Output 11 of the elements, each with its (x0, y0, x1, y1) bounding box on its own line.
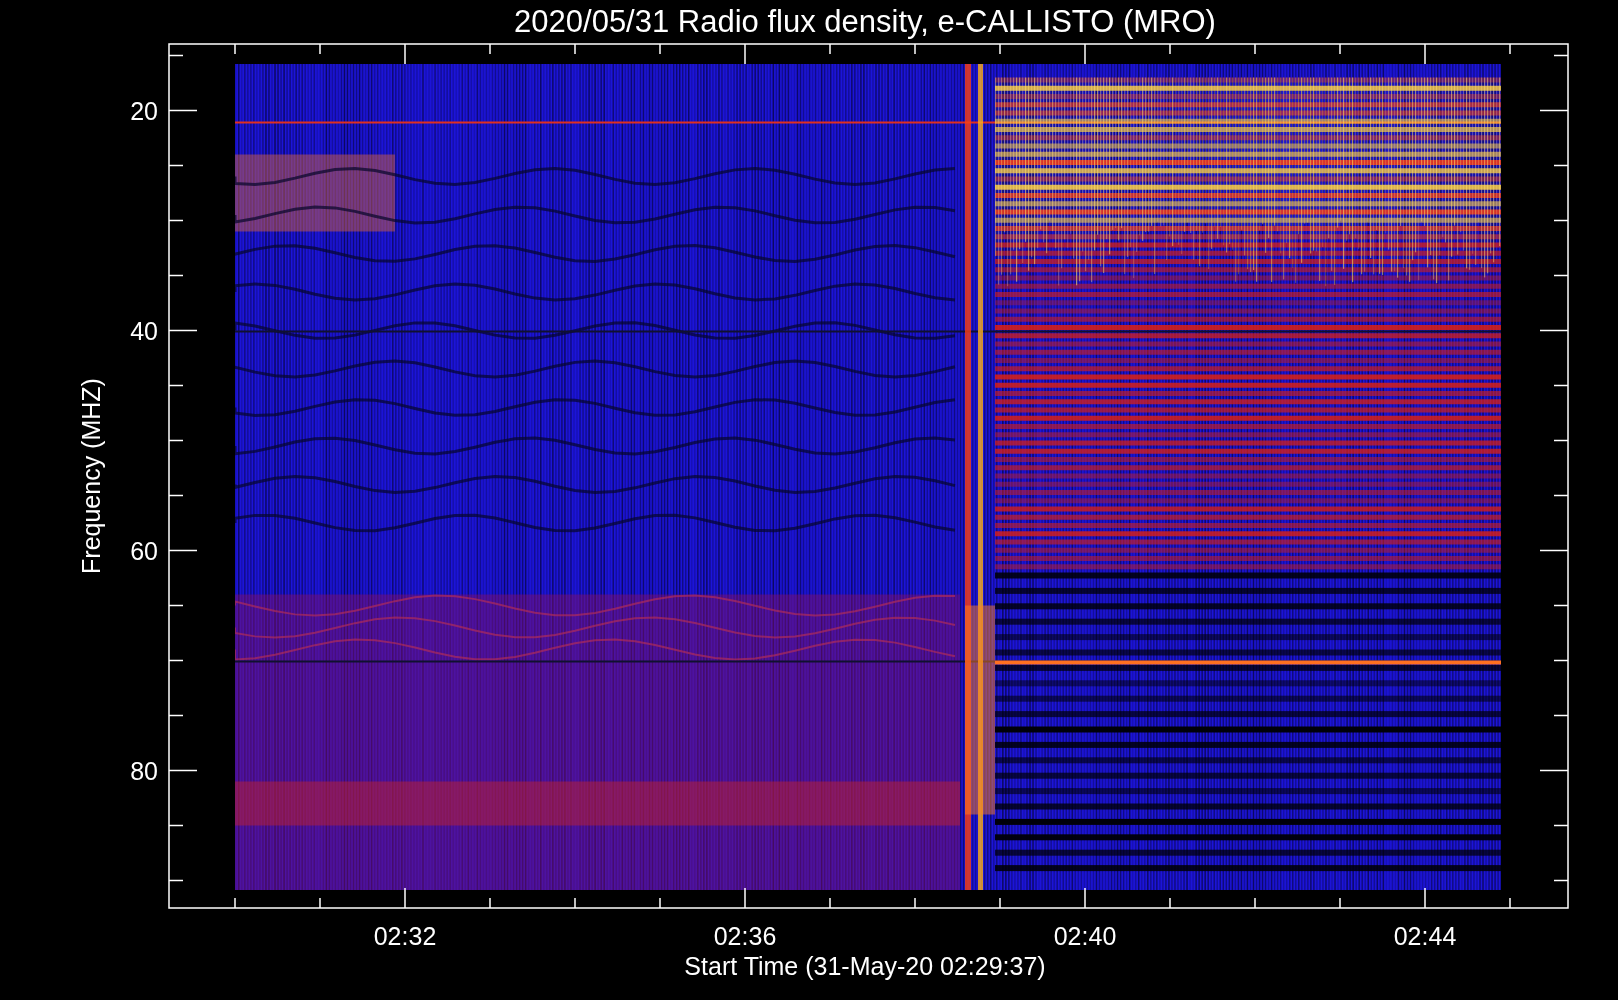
y-tick-label: 60 (130, 536, 158, 565)
x-tick-label: 02:44 (1393, 922, 1457, 950)
y-tick-label: 40 (130, 316, 158, 345)
x-tick-label: 02:36 (713, 922, 777, 950)
y-axis-label: Frequency (MHZ) (77, 378, 105, 574)
x-axis-label: Start Time (31-May-20 02:29:37) (684, 952, 1046, 980)
x-tick-label: 02:32 (373, 922, 437, 950)
y-tick-label: 20 (130, 96, 158, 125)
chart-title: 2020/05/31 Radio flux density, e-CALLISTO (MRO) (514, 4, 1216, 39)
x-tick-label: 02:40 (1053, 922, 1117, 950)
y-tick-label: 80 (130, 756, 158, 785)
